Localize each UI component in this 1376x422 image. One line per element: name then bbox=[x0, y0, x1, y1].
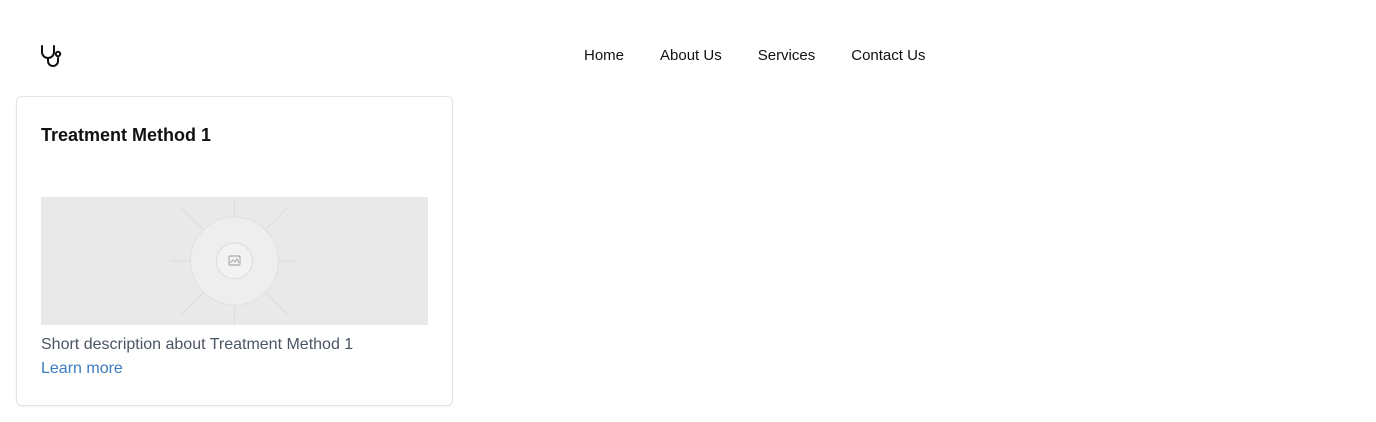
card-title: Treatment Method 1 bbox=[41, 125, 212, 145]
site-header: Home About Us Services Contact Us bbox=[0, 0, 1376, 96]
nav-link-about-us[interactable]: About Us bbox=[660, 46, 722, 66]
nav-link-contact-us[interactable]: Contact Us bbox=[851, 46, 925, 66]
treatment-card: Treatment Method 1 Short description abo… bbox=[16, 96, 453, 406]
main-nav: Home About Us Services Contact Us bbox=[584, 46, 925, 66]
image-placeholder-icon bbox=[171, 197, 298, 325]
card-image-placeholder bbox=[41, 197, 428, 325]
card-description: Short description about Treatment Method… bbox=[41, 336, 354, 353]
stethoscope-icon[interactable] bbox=[38, 42, 66, 70]
learn-more-link[interactable]: Learn more bbox=[41, 359, 123, 379]
nav-link-home[interactable]: Home bbox=[584, 46, 624, 66]
nav-link-services[interactable]: Services bbox=[758, 46, 816, 66]
